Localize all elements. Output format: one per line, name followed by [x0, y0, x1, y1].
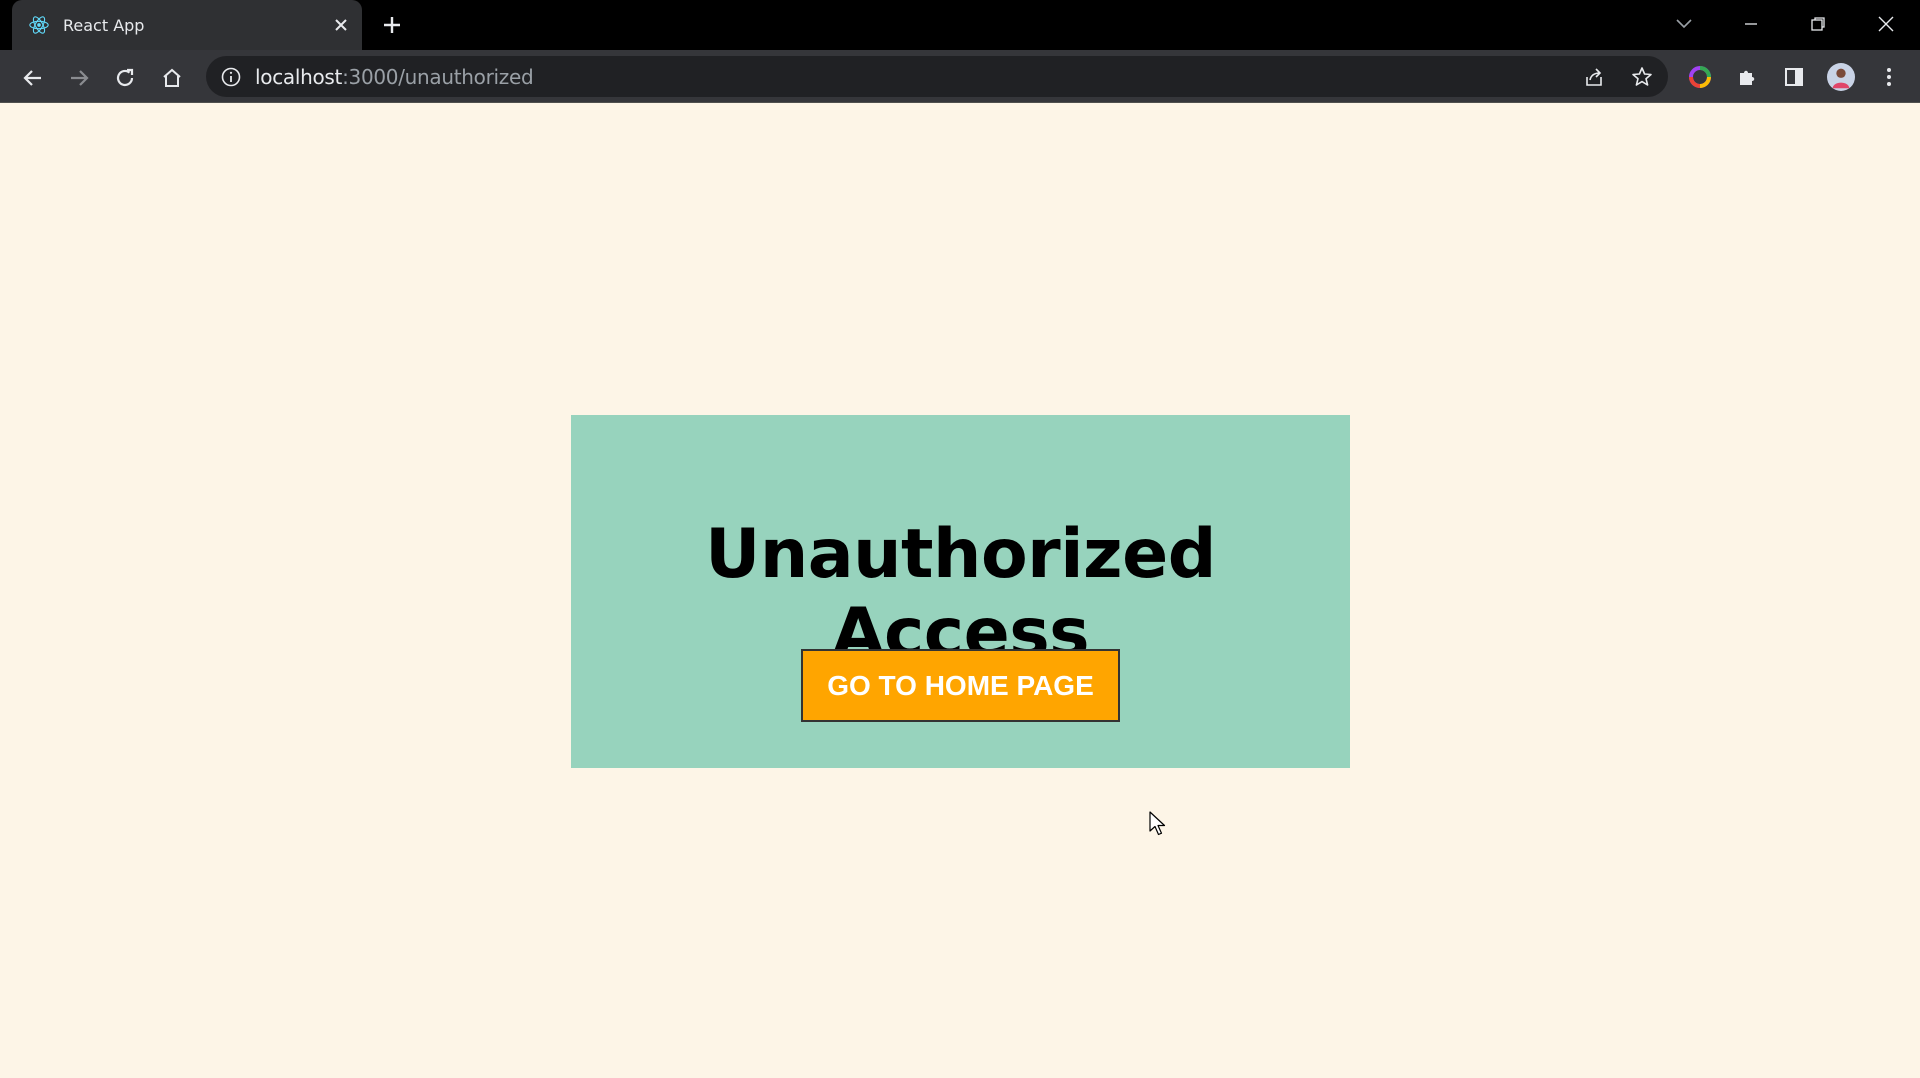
page-content: Unauthorized Access GO TO HOME PAGE [0, 104, 1920, 1078]
url-host: localhost [255, 65, 343, 89]
browser-title-bar: React App [0, 0, 1920, 50]
tab-search-button[interactable] [1670, 10, 1698, 38]
kebab-menu-icon [1887, 68, 1891, 86]
back-button[interactable] [18, 63, 48, 93]
tab-title: React App [63, 16, 145, 35]
avatar [1827, 63, 1855, 91]
side-panel-icon [1785, 68, 1803, 86]
info-icon[interactable] [220, 66, 242, 88]
arrow-left-icon [23, 70, 41, 86]
reload-button[interactable] [110, 63, 140, 93]
puzzle-icon [1740, 70, 1755, 85]
profile-avatar-button[interactable] [1827, 63, 1855, 91]
plus-icon [384, 17, 400, 33]
mouse-cursor-icon [1149, 811, 1166, 836]
address-bar[interactable]: localhost:3000/unauthorized [206, 56, 1668, 97]
extensions-button[interactable] [1733, 63, 1761, 91]
tab-close-button[interactable] [330, 14, 352, 36]
minimize-button[interactable] [1737, 10, 1765, 38]
color-wheel-icon [1689, 66, 1711, 88]
restore-icon [1811, 17, 1825, 31]
restore-button[interactable] [1804, 10, 1832, 38]
go-to-home-button[interactable]: GO TO HOME PAGE [801, 649, 1120, 722]
react-logo-icon [29, 16, 49, 34]
url-path: :3000/unauthorized [342, 65, 534, 89]
forward-button[interactable] [64, 63, 94, 93]
home-button[interactable] [157, 63, 187, 93]
tab-react-app[interactable]: React App [12, 0, 362, 50]
menu-button[interactable] [1875, 63, 1903, 91]
arrow-right-icon [71, 70, 89, 86]
new-tab-button[interactable] [380, 13, 404, 37]
minimize-icon [1745, 23, 1757, 25]
side-panel-button[interactable] [1780, 63, 1808, 91]
close-icon [335, 19, 347, 31]
home-icon [163, 68, 181, 87]
reload-icon [116, 68, 134, 87]
share-icon[interactable] [1582, 65, 1606, 89]
window-close-button[interactable] [1872, 10, 1900, 38]
star-icon[interactable] [1630, 65, 1654, 89]
chevron-down-icon [1676, 19, 1692, 29]
url-text[interactable]: localhost:3000/unauthorized [255, 65, 534, 89]
unauthorized-card: Unauthorized Access GO TO HOME PAGE [571, 415, 1350, 768]
close-icon [1878, 16, 1894, 32]
color-extension-button[interactable] [1686, 63, 1714, 91]
